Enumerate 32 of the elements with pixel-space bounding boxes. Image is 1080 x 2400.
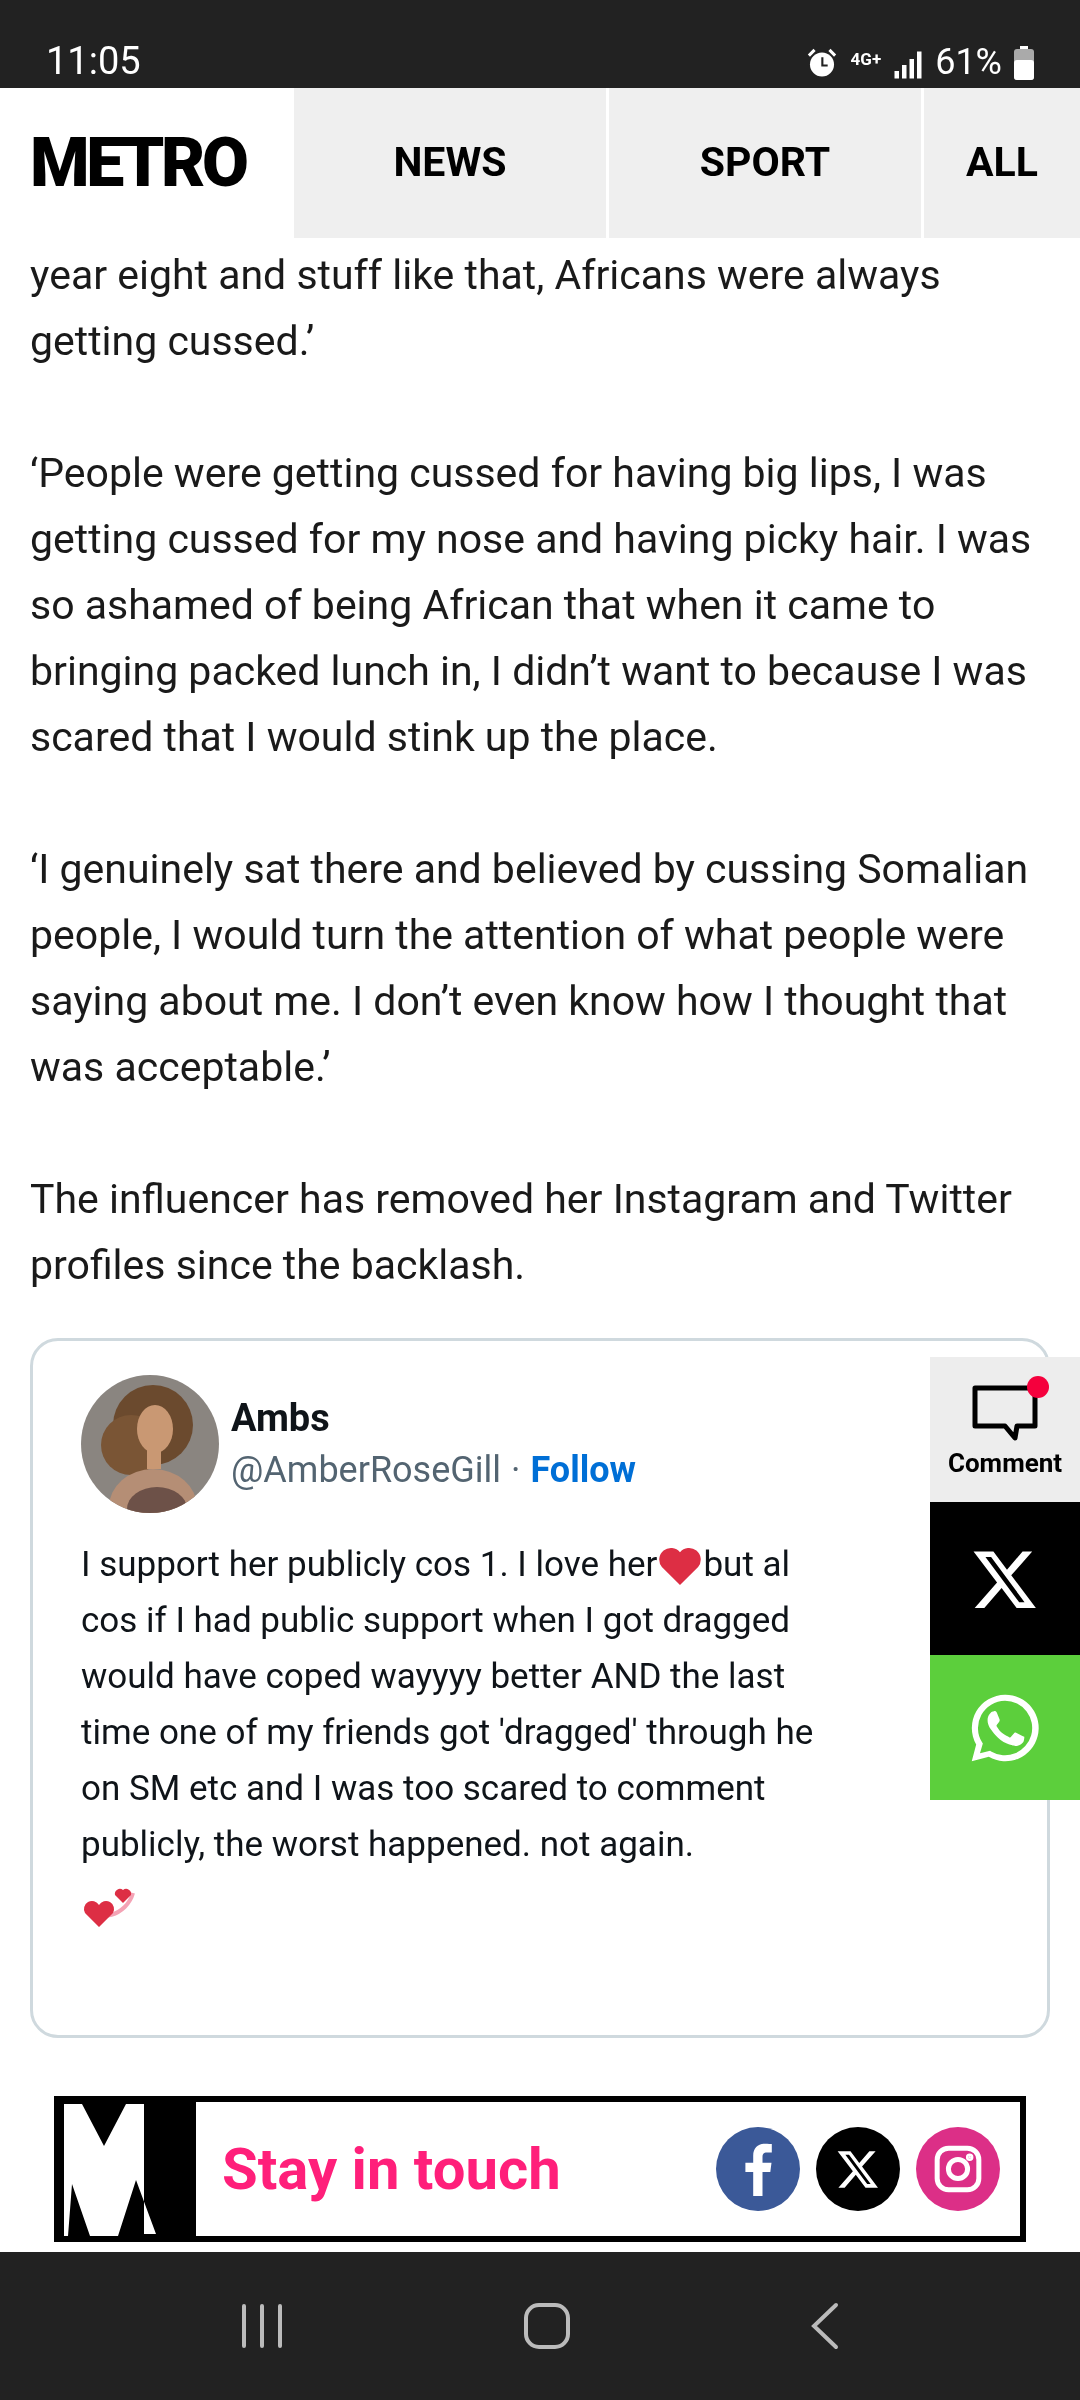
home-icon[interactable]: [523, 2302, 571, 2350]
post-text-line: time one of my friends got 'dragged' through he: [81, 1710, 814, 1755]
network-label: 4G+: [850, 51, 882, 68]
nav-tab[interactable]: SPORT: [609, 88, 921, 238]
follow-link[interactable]: Follow: [530, 1448, 636, 1494]
post-text-line: cos if I had public support when I got dragged: [81, 1598, 791, 1643]
instagram-icon: [933, 2144, 983, 2194]
facebook-icon: [743, 2142, 773, 2196]
article-paragraph: year eight and stuff like that, Africans were always getting cussed.’: [30, 250, 942, 367]
post-text-line: but al: [703, 1542, 791, 1587]
post-text-line: publicly, the worst happened. not again.: [81, 1822, 694, 1867]
battery-icon: [1014, 46, 1034, 80]
author-name: Ambs: [231, 1394, 331, 1442]
article-paragraph: ‘I genuinely sat there and believed by cussing Somalian people, I would turn the attention of what people were saying about me. I don’t even know how I thought that was acceptable.’: [30, 844, 1030, 1093]
article-paragraph: The influencer has removed her Instagram and Twitter profiles since the backlash.: [30, 1174, 1013, 1291]
recent-apps-icon[interactable]: [239, 2303, 284, 2349]
clock: 11:05: [46, 42, 141, 80]
post-text-line: on SM etc and I was too scared to comment: [81, 1766, 766, 1811]
back-icon[interactable]: [810, 2302, 841, 2350]
x-share-button[interactable]: [930, 1502, 1080, 1655]
post-text-line: would have coped wayyyy better AND the last: [81, 1654, 786, 1699]
nav-tab[interactable]: ALL: [924, 88, 1080, 238]
author-handle: @AmberRoseGill: [231, 1448, 502, 1494]
signal-icon: [893, 50, 924, 80]
article-paragraph: ‘People were getting cussed for having big lips, I was getting cussed for my nose and having picky hair. I was so ashamed of being African that when it came to bringing packed lunch in, I didn’t want to because I was scared that I would stink up the place.: [30, 448, 1033, 763]
battery-percent: 61%: [935, 44, 1002, 80]
banner-title: Stay in touch: [222, 2133, 561, 2205]
nav-tab[interactable]: NEWS: [294, 88, 606, 238]
separator-dot: ·: [511, 1448, 521, 1494]
metro-logo: METRO: [30, 129, 246, 197]
post-text-line: I support her publicly cos 1. I love her: [81, 1542, 658, 1587]
comment-button[interactable]: Comment: [930, 1357, 1080, 1502]
